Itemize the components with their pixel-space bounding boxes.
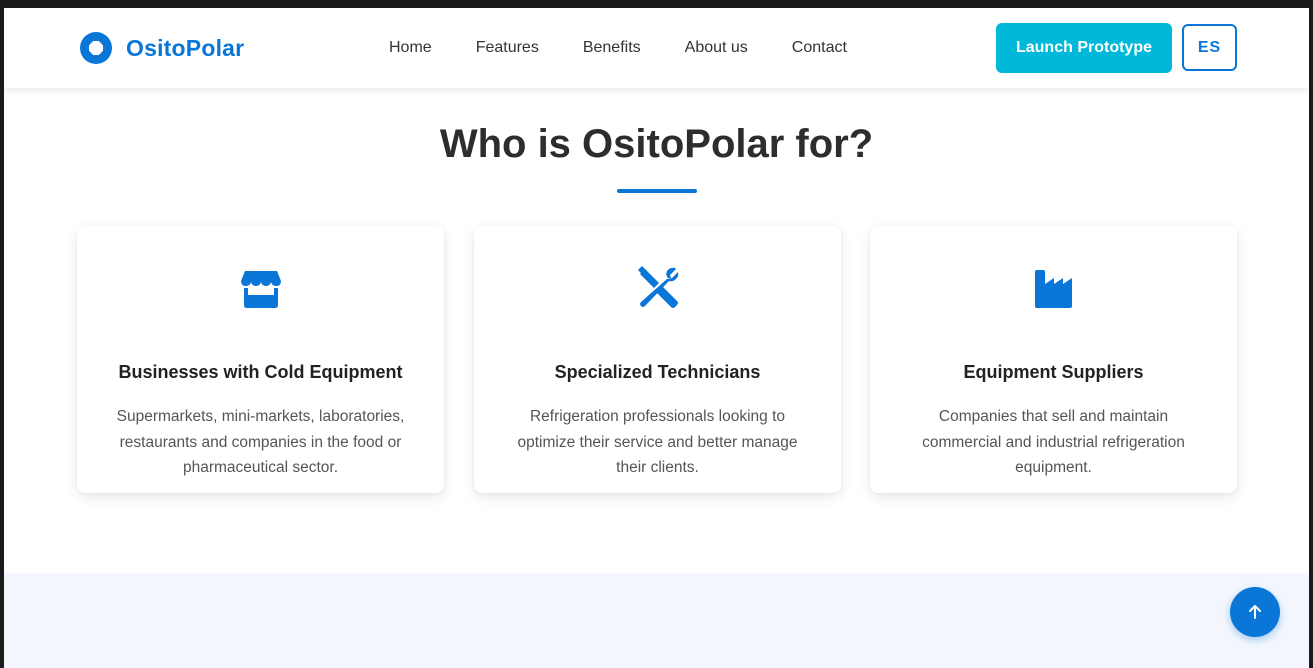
industry-icon — [1032, 266, 1076, 310]
store-icon — [239, 266, 283, 310]
card-title: Businesses with Cold Equipment — [118, 362, 403, 382]
card-title: Specialized Technicians — [554, 362, 761, 382]
next-section-background — [4, 573, 1309, 668]
logo-icon — [80, 32, 112, 64]
nav-home[interactable]: Home — [389, 38, 432, 58]
audience-card-businesses: Businesses with Cold Equipment Supermark… — [77, 226, 444, 493]
brand-name: OsitoPolar — [126, 34, 245, 61]
site-header: OsitoPolar Home Features Benefits About … — [4, 8, 1309, 88]
card-description: Supermarkets, mini-markets, laboratories… — [116, 408, 405, 476]
nav-contact[interactable]: Contact — [792, 38, 847, 58]
main-nav: Home Features Benefits About us Contact — [389, 38, 847, 58]
section-title: Who is OsitoPolar for? — [439, 122, 874, 166]
launch-prototype-button[interactable]: Launch Prototype — [996, 23, 1172, 73]
brand-logo-link[interactable]: OsitoPolar — [80, 32, 244, 64]
scroll-to-top-button[interactable] — [1230, 587, 1280, 637]
language-toggle-button[interactable]: ES — [1182, 24, 1237, 71]
tools-icon — [636, 266, 680, 310]
arrow-up-icon — [1249, 605, 1261, 619]
nav-benefits[interactable]: Benefits — [583, 38, 641, 58]
card-description: Refrigeration professionals looking to o… — [517, 408, 798, 476]
title-underline — [617, 189, 697, 193]
page-viewport: OsitoPolar Home Features Benefits About … — [4, 8, 1309, 668]
nav-features[interactable]: Features — [476, 38, 539, 58]
nav-about-us[interactable]: About us — [685, 38, 748, 58]
audience-card-suppliers: Equipment Suppliers Companies that sell … — [870, 226, 1237, 493]
card-title: Equipment Suppliers — [963, 362, 1144, 382]
card-description: Companies that sell and maintain commerc… — [922, 408, 1185, 476]
audience-card-technicians: Specialized Technicians Refrigeration pr… — [474, 226, 841, 493]
